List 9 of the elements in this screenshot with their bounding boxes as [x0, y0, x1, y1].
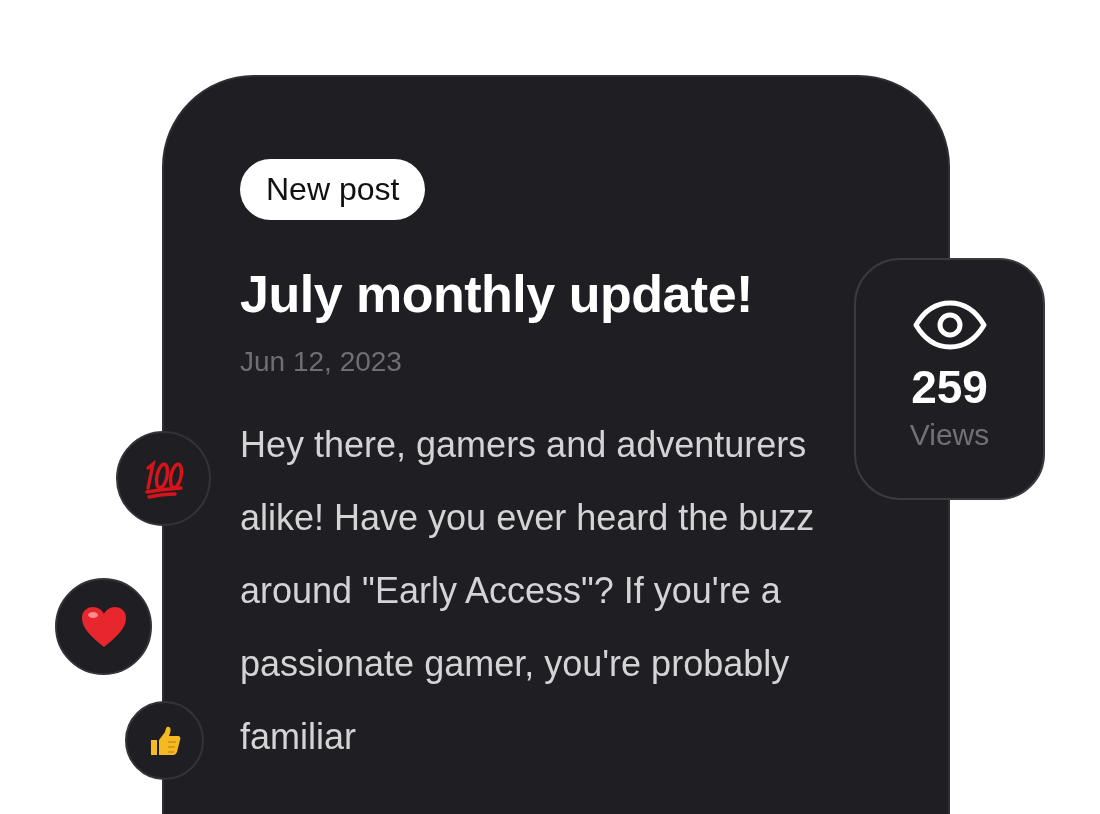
thumbs-up-icon	[148, 725, 181, 756]
eye-icon	[911, 300, 988, 350]
views-label: Views	[909, 418, 990, 452]
heart-icon	[80, 605, 127, 648]
view-count: 259	[911, 360, 988, 414]
new-post-badge: New post	[240, 159, 426, 220]
post-title: July monthly update!	[240, 264, 754, 324]
post-date: Jun 12, 2023	[240, 346, 403, 378]
post-body: Hey there, gamers and adventurers alike! Have you ever heard the buzz around "Early Access"? If you're a passionate gamer, you're probably familiar	[240, 423, 816, 759]
